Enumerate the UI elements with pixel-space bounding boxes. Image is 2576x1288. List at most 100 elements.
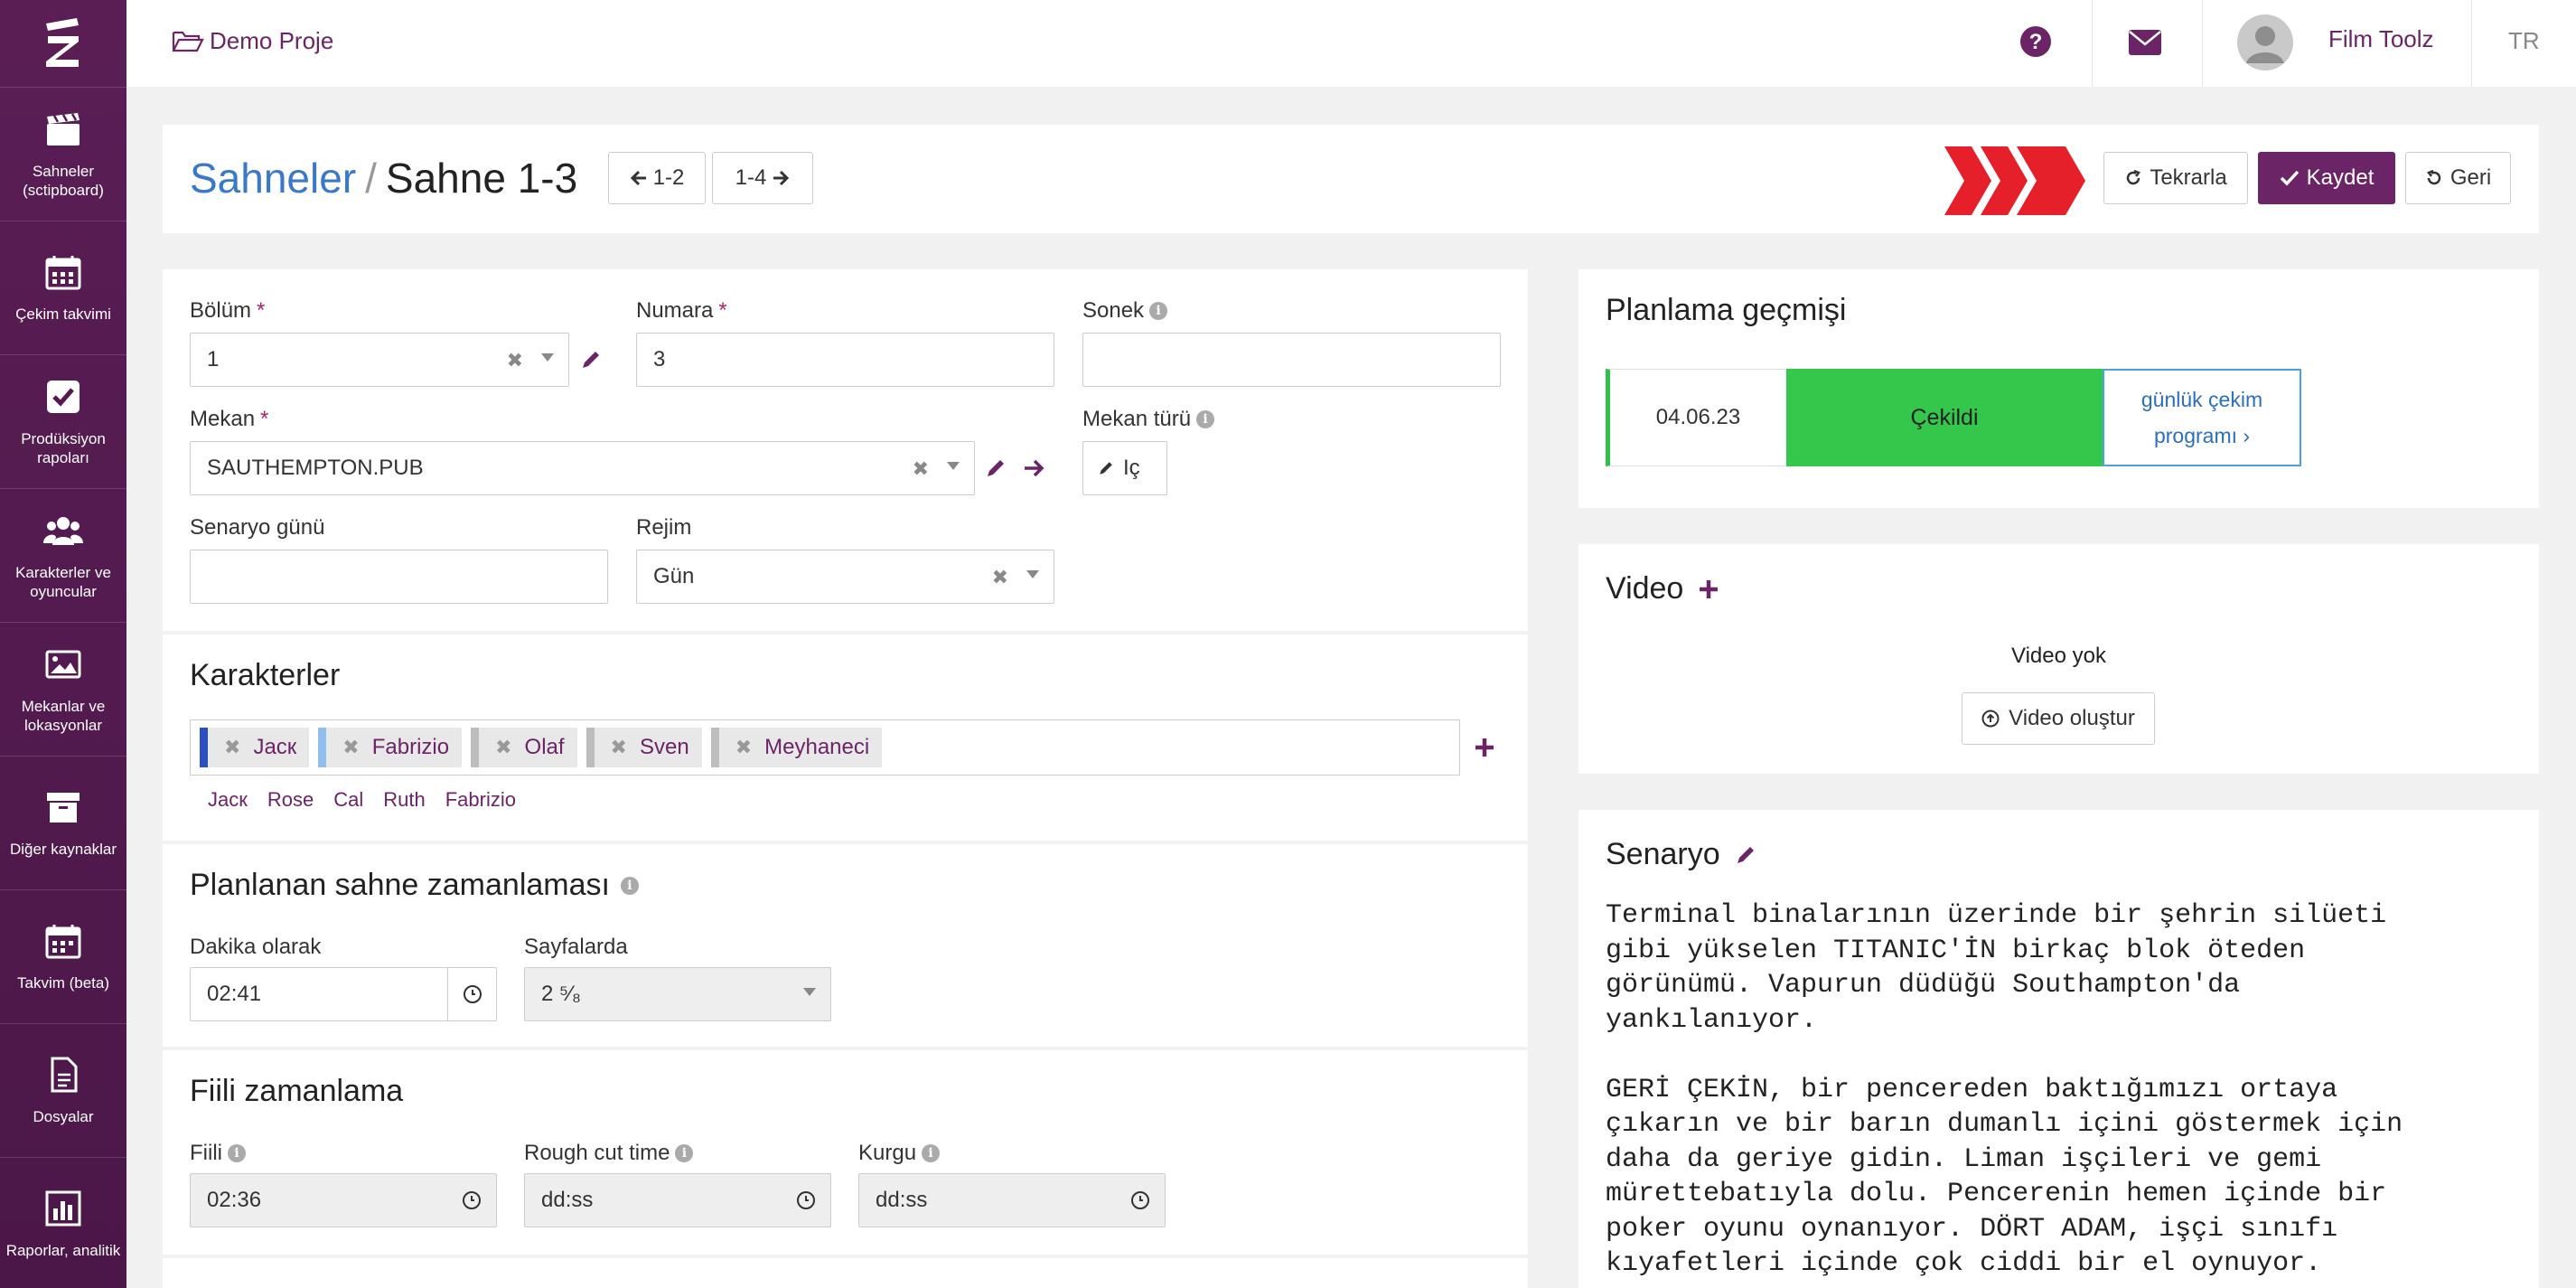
edit-bolum-icon[interactable] [580, 349, 602, 375]
calendar-grid-icon [45, 925, 81, 959]
rejim-value: Gün [653, 564, 695, 588]
pages-select[interactable]: 2 ⁵⁄₈ [524, 967, 831, 1021]
repeat-button[interactable]: Tekrarla [2103, 152, 2248, 204]
edit-mekan-icon[interactable] [985, 457, 1007, 484]
prev-scene-button[interactable]: 1-2 [608, 152, 706, 204]
clear-icon[interactable]: ✖ [507, 349, 523, 372]
chevron-down-icon [541, 353, 554, 362]
mekan-label: Mekan * [190, 407, 269, 431]
app-logo[interactable] [0, 0, 126, 87]
sidebar-item-label: Dosyalar [33, 1108, 94, 1125]
sidebar-item-files[interactable]: Dosyalar [0, 1023, 126, 1157]
character-tag[interactable]: ✖ Sven [585, 728, 702, 767]
mail-icon[interactable] [2128, 29, 2162, 61]
sidebar-item-locations[interactable]: Mekanlar ve lokasyonlar [0, 622, 126, 756]
sidebar-item-scenes[interactable]: Sahneler (sctipboard) [0, 87, 126, 221]
planning-history-title: Planlama geçmişi [1606, 293, 1847, 327]
character-suggestion[interactable]: Cal [333, 788, 363, 812]
go-to-mekan-icon[interactable] [1023, 457, 1046, 484]
rejim-label: Rejim [636, 515, 692, 540]
rough-cut-input[interactable]: dd:ss [524, 1173, 831, 1227]
arrow-right-icon [773, 170, 790, 186]
help-icon[interactable]: ? [2019, 25, 2052, 62]
project-link[interactable]: Demo Proje [172, 27, 333, 55]
create-video-button[interactable]: Video oluştur [1962, 692, 2155, 745]
sidebar-item-other-resources[interactable]: Diğer kaynaklar [0, 756, 126, 889]
remove-icon[interactable]: ✖ [495, 736, 511, 759]
red-chevrons-graphic [1944, 146, 2085, 220]
character-suggestion[interactable]: Rose [267, 788, 314, 812]
sidebar-item-label: Diğer kaynaklar [9, 841, 117, 858]
back-button[interactable]: Geri [2405, 152, 2511, 204]
sidebar-item-production-reports[interactable]: Prodüksiyon rapoları [0, 354, 126, 488]
fiili-input[interactable]: 02:36 [190, 1173, 497, 1227]
top-bar: Demo Proje ? Film Toolz TR [126, 0, 2576, 87]
character-tag[interactable]: ✖ Fabrizio [318, 728, 463, 767]
clock-icon[interactable] [447, 968, 496, 1020]
character-tag[interactable]: ✖ Jacк [200, 728, 310, 767]
info-icon: i [675, 1144, 694, 1162]
sidebar-item-shooting-schedule[interactable]: Çekim takvimi [0, 221, 126, 354]
history-date: 04.06.23 [1606, 369, 1786, 466]
script-title: Senaryo [1606, 837, 1756, 872]
next-scene-button[interactable]: 1-4 [712, 152, 813, 204]
sonek-input[interactable] [1082, 333, 1501, 387]
checkbox-icon [47, 380, 80, 413]
sidebar-item-calendar-beta[interactable]: Takvim (beta) [0, 889, 126, 1023]
numara-input[interactable]: 3 [636, 333, 1054, 387]
numara-label: Numara * [636, 298, 727, 323]
edit-script-icon[interactable] [1735, 844, 1756, 866]
sidebar-item-characters[interactable]: Karakterler ve oyuncular [0, 488, 126, 622]
history-status: Çekildi [1786, 369, 2103, 466]
bar-chart-icon [45, 1190, 81, 1227]
sidebar-item-label: Prodüksiyon rapoları [21, 429, 106, 466]
clear-icon[interactable]: ✖ [913, 457, 929, 481]
divider [163, 1255, 1528, 1258]
sidebar-item-label: Takvim (beta) [16, 974, 110, 992]
character-suggestion[interactable]: Ruth [383, 788, 425, 812]
character-tag[interactable]: ✖ Meyhaneci [710, 728, 883, 767]
sidebar-item-reports[interactable]: Raporlar, analitik [0, 1157, 126, 1288]
mekan-turu-button[interactable]: Iç [1082, 441, 1167, 495]
character-tag[interactable]: ✖ Olaf [471, 728, 577, 767]
chevron-down-icon [947, 462, 960, 470]
character-suggestion[interactable]: Jacк [208, 788, 248, 812]
planning-history-card: Planlama geçmişi 04.06.23 Çekildi günlük… [1578, 269, 2539, 508]
history-row: 04.06.23 Çekildi günlük çekim programı › [1606, 369, 2301, 466]
remove-icon[interactable]: ✖ [342, 736, 359, 759]
clock-icon[interactable] [782, 1174, 830, 1227]
avatar[interactable] [2237, 14, 2293, 75]
remove-icon[interactable]: ✖ [735, 736, 752, 759]
calendar-icon [45, 256, 81, 290]
add-video-icon[interactable] [1698, 578, 1719, 600]
kurgu-input[interactable]: dd:ss [858, 1173, 1166, 1227]
characters-multiselect[interactable]: ✖ Jacк ✖ Fabrizio ✖ Olaf ✖ Sven ✖ Meyhaneci [190, 719, 1460, 776]
rejim-select[interactable]: Gün ✖ [636, 550, 1054, 604]
rough-cut-label: Rough cut time i [524, 1141, 694, 1166]
user-name[interactable]: Film Toolz [2328, 25, 2434, 53]
clock-icon[interactable] [447, 1174, 496, 1227]
pencil-icon [1100, 462, 1112, 475]
senaryo-gunu-input[interactable] [190, 550, 608, 604]
svg-text:?: ? [2029, 30, 2043, 54]
add-character-icon[interactable] [1473, 736, 1496, 764]
clear-icon[interactable]: ✖ [992, 566, 1008, 589]
video-title: Video [1606, 571, 1719, 606]
minutes-input[interactable]: 02:41 [190, 967, 497, 1021]
script-card: Senaryo Terminal binalarının üzerinde bi… [1578, 810, 2539, 1288]
bolum-select[interactable]: 1 ✖ [190, 333, 569, 387]
save-button[interactable]: Kaydet [2258, 152, 2395, 204]
remove-icon[interactable]: ✖ [611, 736, 627, 759]
mekan-select[interactable]: SAUTHEMPTON.PUB ✖ [190, 441, 975, 495]
clock-icon[interactable] [1116, 1174, 1165, 1227]
remove-icon[interactable]: ✖ [224, 736, 240, 759]
info-icon: i [922, 1144, 941, 1162]
language-switch[interactable]: TR [2508, 27, 2540, 55]
daily-schedule-link[interactable]: günlük çekim programı › [2103, 369, 2301, 466]
character-suggestion[interactable]: Fabrizio [445, 788, 516, 812]
numara-value: 3 [653, 347, 666, 371]
project-name: Demo Proje [210, 27, 334, 54]
upload-circle-icon [1981, 710, 2000, 728]
mekan-turu-value: Iç [1123, 456, 1140, 480]
breadcrumb-scenes-link[interactable]: Sahneler [190, 155, 356, 202]
